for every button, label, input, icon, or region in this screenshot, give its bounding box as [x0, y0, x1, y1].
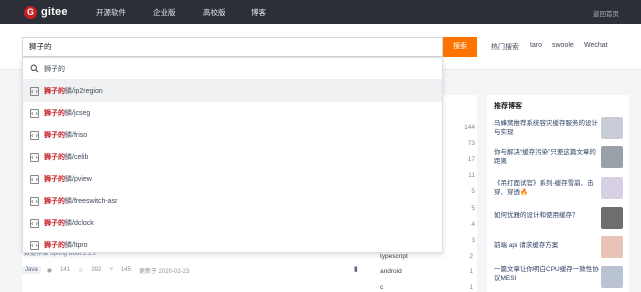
search-button[interactable]: 搜索: [443, 37, 477, 57]
repo-icon: [30, 86, 39, 96]
logo-text: gitee: [41, 6, 68, 18]
search-input[interactable]: 狮子的: [22, 37, 443, 57]
lang-count: 73: [467, 140, 475, 147]
repo-icon: [30, 152, 39, 162]
gitee-logo-icon: G: [24, 5, 37, 19]
suggestion-repo: 鳞/celib: [65, 154, 89, 161]
blog-thumbnail: [601, 207, 623, 229]
suggestion-keyword: 狮子的: [44, 242, 65, 249]
lang-count: 3: [471, 237, 475, 244]
suggestion-query[interactable]: 狮子的: [23, 58, 442, 80]
blog-link[interactable]: 《吊打面试官》系列-缓存雪崩、击穿、穿透🔥: [494, 179, 599, 197]
lang-name: c: [380, 284, 384, 291]
blog-link[interactable]: 你与解决“缓存污染”只差这篇文章的距离: [494, 148, 599, 166]
suggestion-query-text: 狮子的: [44, 65, 65, 73]
suggestion-item[interactable]: 狮子的 鳞/ltpro: [23, 234, 442, 256]
suggestion-keyword: 狮子的: [44, 220, 65, 227]
lang-filter-android[interactable]: android 1: [380, 268, 475, 275]
suggestion-item[interactable]: 狮子的 鳞/ip2region: [23, 80, 442, 102]
lang-count: 4: [471, 221, 475, 228]
repo-icon: [30, 174, 39, 184]
suggestion-item[interactable]: 狮子的 鳞/jcseg: [23, 102, 442, 124]
suggestion-repo: 鳞/friso: [65, 132, 88, 139]
nav-open-source[interactable]: 开源软件: [96, 7, 126, 18]
repo-icon: [30, 218, 39, 228]
repo-icon: [30, 196, 39, 206]
lang-count: 144: [464, 124, 475, 131]
repo-language-badge[interactable]: Java: [22, 266, 41, 274]
nav-education[interactable]: 高校版: [203, 7, 226, 18]
lang-name: android: [380, 268, 402, 275]
repo-icon: [30, 240, 39, 250]
suggestion-keyword: 狮子的: [44, 198, 65, 205]
repo-meta: Java ◉ 141 ☆ 392 ⑂ 145 更新于 2020-02-23: [22, 264, 197, 276]
hot-search-label: 热门搜索: [491, 44, 519, 51]
repo-icon: [30, 130, 39, 140]
lang-count: 17: [467, 156, 475, 163]
fork-count: 145: [120, 267, 131, 273]
lang-row-count: 2: [469, 253, 473, 260]
suggestion-item[interactable]: 狮子的 鳞/dclock: [23, 212, 442, 234]
lang-filter-c[interactable]: c 1: [380, 284, 475, 291]
hot-term-wechat[interactable]: Wechat: [584, 42, 608, 49]
suggestion-repo: 鳞/jcseg: [65, 110, 91, 117]
suggestion-repo: 鳞/freeswitch-asr: [65, 198, 118, 205]
fork-icon: ⑂: [109, 267, 113, 273]
repo-icon: [30, 108, 39, 118]
suggestion-repo: 鳞/dclock: [65, 220, 94, 227]
suggestion-item[interactable]: 狮子的 鳞/friso: [23, 124, 442, 146]
blog-thumbnail: [601, 236, 623, 258]
lang-row-count: 1: [469, 284, 473, 291]
star-count: 392: [91, 267, 102, 273]
updated-at: 更新于 2020-02-23: [138, 268, 190, 275]
suggestion-repo: 鳞/pview: [65, 176, 92, 183]
suggestion-item[interactable]: 狮子的 鳞/freeswitch-asr: [23, 190, 442, 212]
sidebar-title: 推荐博客: [494, 103, 522, 110]
lang-count: 11: [468, 172, 475, 179]
suggestion-keyword: 狮子的: [44, 88, 65, 95]
blog-thumbnail: [601, 146, 623, 168]
blog-link[interactable]: 马蜂窝推荐系统容灾缓存服务的设计与实现: [494, 119, 599, 137]
search-suggestion-dropdown: 狮子的 狮子的 鳞/ip2region 狮子的 鳞/jcseg 狮子的 鳞/friso…: [22, 57, 443, 253]
lang-row-count: 1: [469, 268, 473, 275]
recommended-blogs: 推荐博客 马蜂窝推荐系统容灾缓存服务的设计与实现 你与解决“缓存污染”只差这篇文…: [487, 95, 629, 292]
blog-thumbnail: [601, 266, 623, 288]
stats-icon[interactable]: ▮: [354, 265, 358, 273]
watch-count: 141: [59, 267, 70, 273]
blog-thumbnail: [601, 177, 623, 199]
suggestion-keyword: 狮子的: [44, 176, 65, 183]
blog-link[interactable]: 如何优雅的设计和使用缓存？: [494, 211, 599, 220]
top-nav: G gitee 开源软件 企业版 高校版 博客 返回首页: [0, 0, 641, 24]
watch-icon: ◉: [46, 267, 52, 274]
hot-term-taro[interactable]: taro: [530, 42, 542, 49]
back-home-link[interactable]: 返回首页: [593, 8, 619, 18]
suggestion-keyword: 狮子的: [44, 132, 65, 139]
nav-blog[interactable]: 博客: [251, 7, 266, 18]
search-icon: [30, 64, 39, 73]
lang-count: 5: [471, 205, 475, 212]
lang-count: 5: [471, 188, 475, 195]
star-icon: ☆: [77, 267, 84, 274]
gitee-logo[interactable]: G gitee: [24, 5, 68, 19]
suggestion-keyword: 狮子的: [44, 110, 65, 117]
suggestion-repo: 鳞/ltpro: [65, 242, 88, 249]
suggestion-item[interactable]: 狮子的 鳞/pview: [23, 168, 442, 190]
suggestion-item[interactable]: 狮子的 鳞/celib: [23, 146, 442, 168]
suggestion-keyword: 狮子的: [44, 154, 65, 161]
blog-thumbnail: [601, 117, 623, 139]
blog-link[interactable]: 前端 api 请求缓存方案: [494, 241, 599, 250]
blog-link[interactable]: 一篇文章让你明白CPU缓存一致性协议MESI: [494, 265, 599, 283]
hot-term-swoole[interactable]: swoole: [552, 42, 574, 49]
nav-enterprise[interactable]: 企业版: [153, 7, 176, 18]
suggestion-repo: 鳞/ip2region: [65, 88, 103, 95]
